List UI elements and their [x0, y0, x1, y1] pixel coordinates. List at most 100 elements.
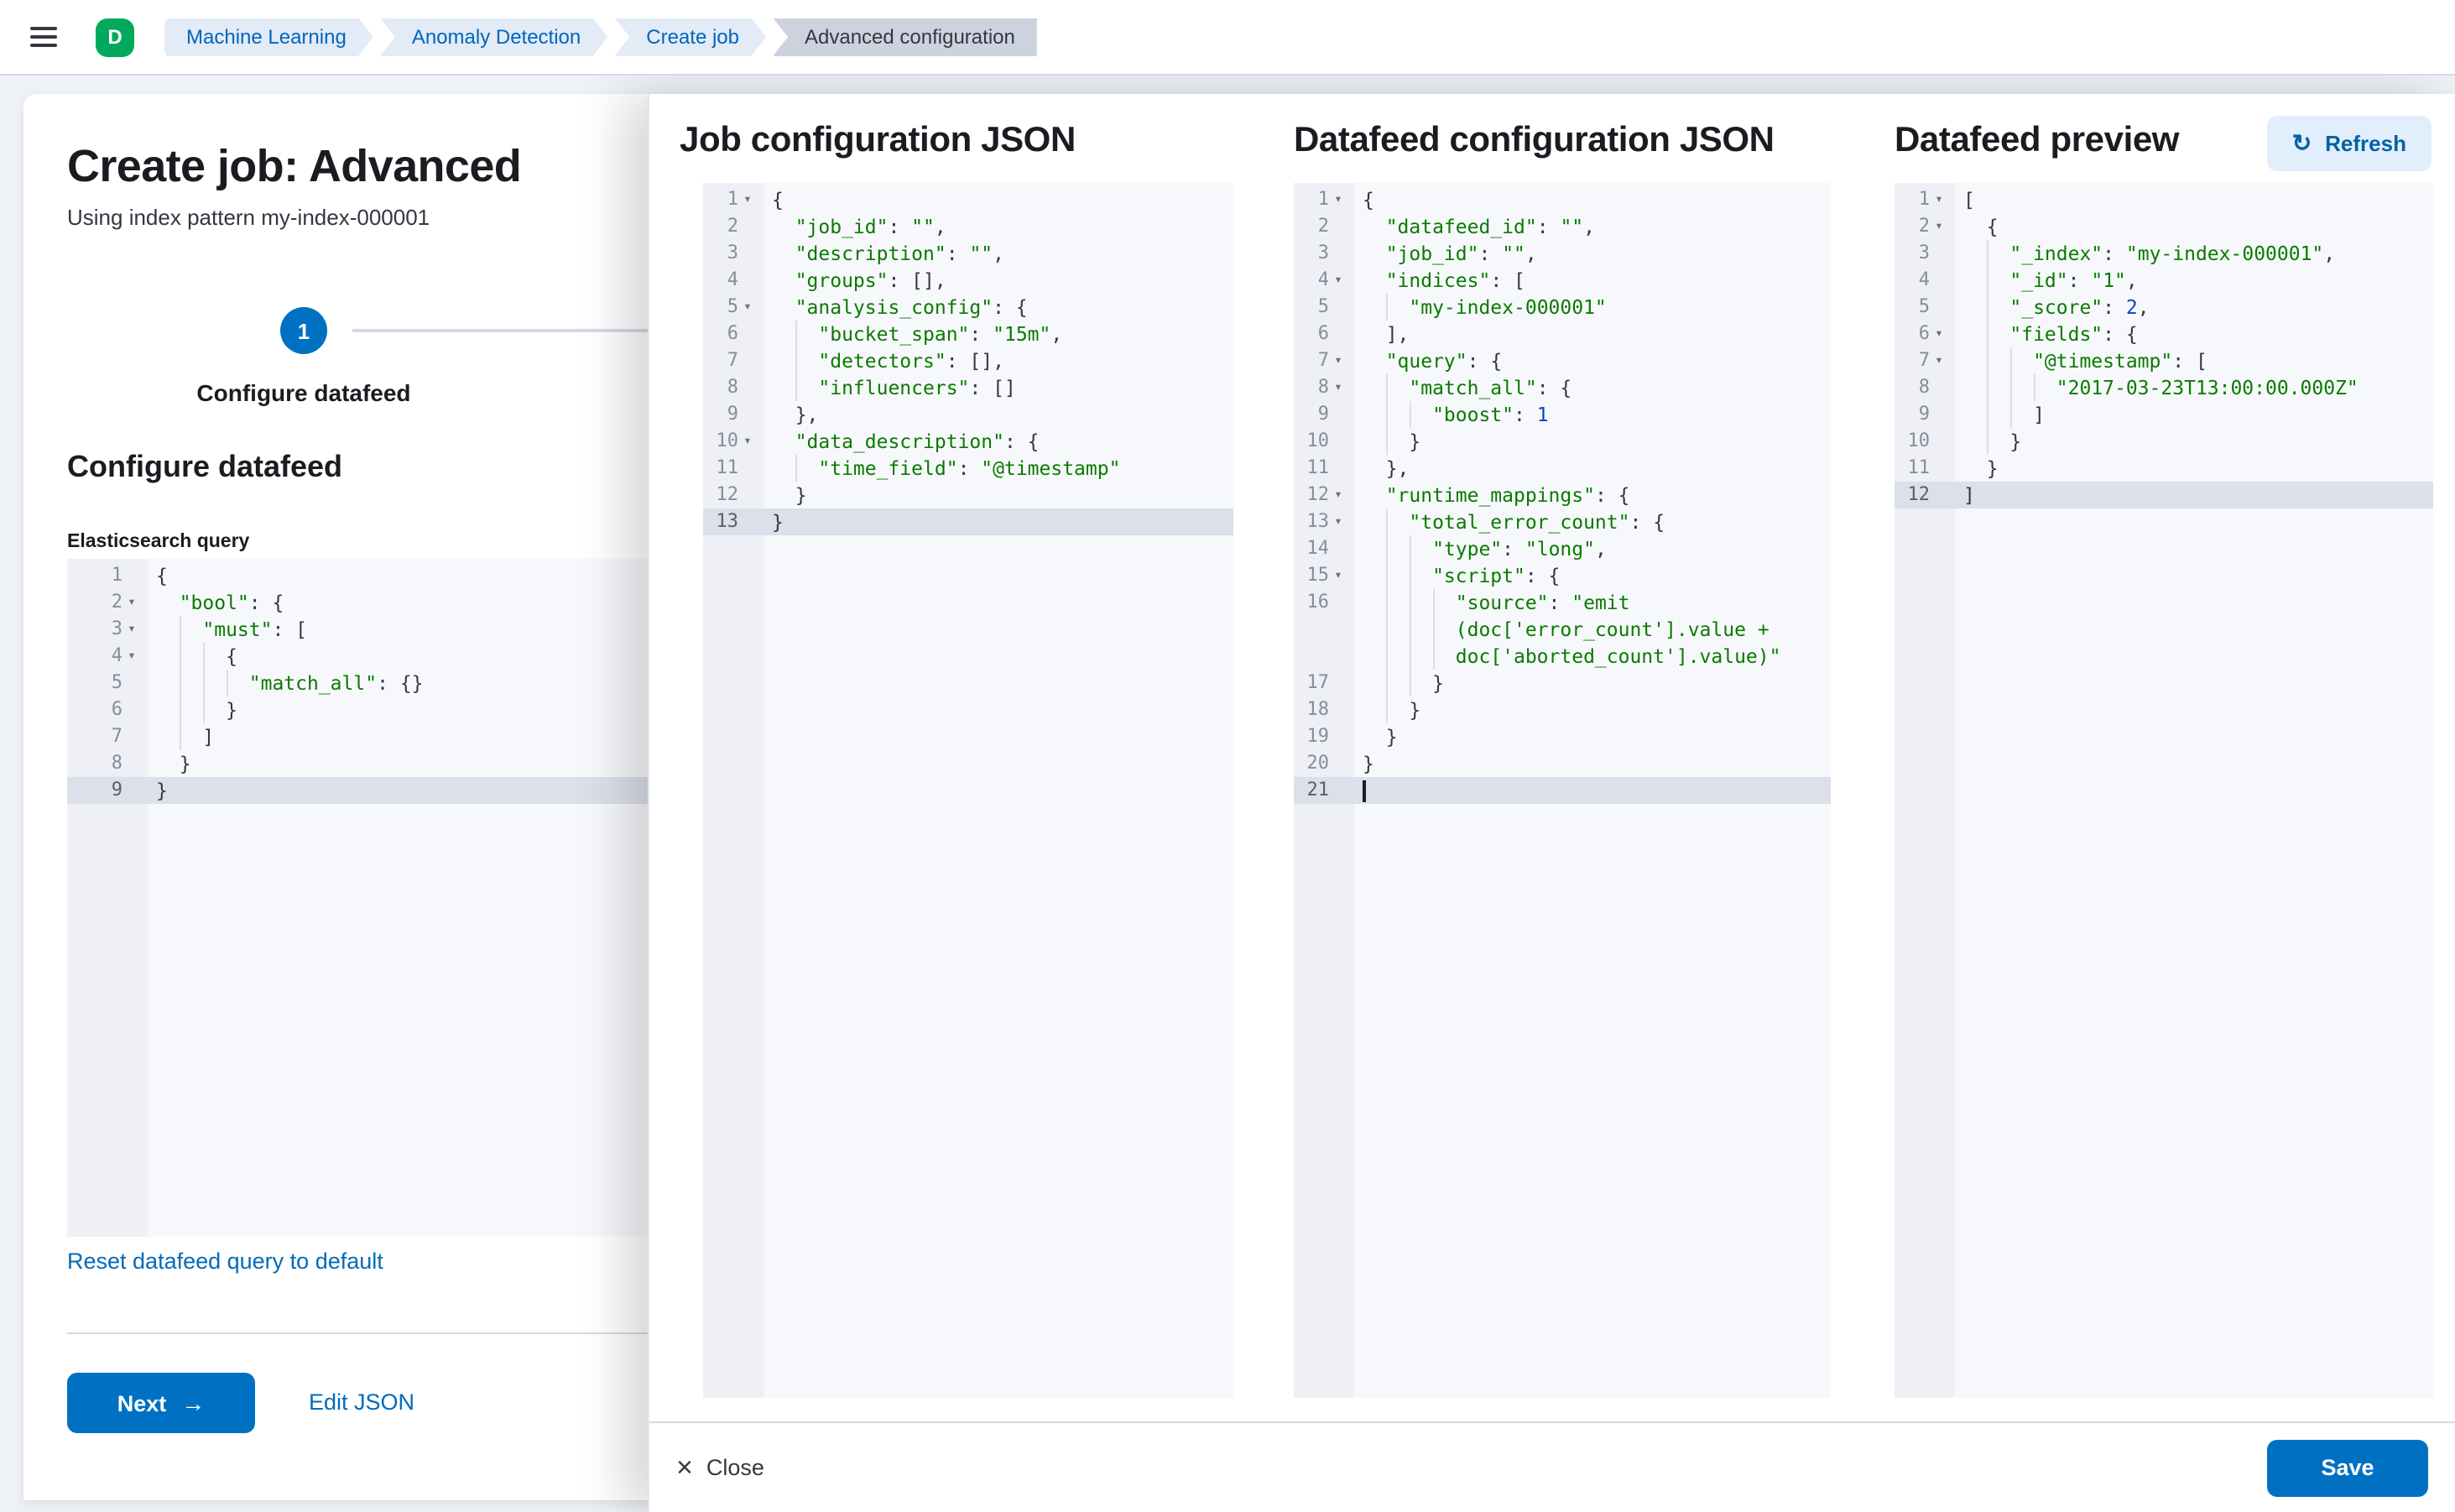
code-line: (doc['error_count'].value + [1294, 616, 1831, 643]
step-1-indicator[interactable]: 1 [280, 307, 327, 354]
fold-arrow-icon: ▾ [1329, 562, 1347, 589]
code-line: 11}, [1294, 455, 1831, 482]
job-configuration-editor[interactable]: 1▾{2"job_id": "",3"description": "",4"gr… [703, 183, 1233, 1398]
code-line: 15▾"script": { [1294, 562, 1831, 589]
code-line: 14"type": "long", [1294, 535, 1831, 562]
close-button[interactable]: × Close [676, 1453, 764, 1482]
code-line: 1{ [67, 562, 685, 589]
breadcrumb-create-job[interactable]: Create job [614, 18, 766, 56]
code-line: 4▾{ [67, 643, 685, 670]
code-line: 10} [1895, 428, 2433, 455]
code-line: 6▾"fields": { [1895, 321, 2433, 347]
code-line: 2▾{ [1895, 213, 2433, 240]
code-line: 13▾"total_error_count": { [1294, 508, 1831, 535]
fold-arrow-icon: ▾ [738, 186, 757, 213]
fold-arrow-icon: ▾ [1329, 508, 1347, 535]
close-icon: × [676, 1453, 693, 1482]
code-line: 1▾{ [1294, 186, 1831, 213]
code-line: 11"time_field": "@timestamp" [703, 455, 1233, 482]
code-line: 3"_index": "my-index-000001", [1895, 240, 2433, 267]
space-avatar[interactable]: D [96, 18, 134, 56]
datafeed-preview-heading: Datafeed preview [1895, 121, 2179, 161]
code-line: 8▾"match_all": { [1294, 374, 1831, 401]
fold-arrow-icon: ▾ [1329, 267, 1347, 294]
top-header: D Machine Learning Anomaly Detection Cre… [0, 0, 2455, 76]
save-button[interactable]: Save [2267, 1439, 2428, 1496]
code-line: 8} [67, 750, 685, 777]
code-line: doc['aborted_count'].value)" [1294, 643, 1831, 670]
code-line: 7"detectors": [], [703, 347, 1233, 374]
code-line: 5"my-index-000001" [1294, 294, 1831, 321]
code-line: 9"boost": 1 [1294, 401, 1831, 428]
code-line: 8"influencers": [] [703, 374, 1233, 401]
next-button-label: Next [117, 1390, 167, 1416]
code-line: 12] [1895, 482, 2433, 508]
code-line: 21 [1294, 777, 1831, 804]
reset-datafeed-query-link[interactable]: Reset datafeed query to default [67, 1249, 383, 1274]
index-pattern-subtitle: Using index pattern my-index-000001 [67, 205, 430, 230]
code-line: 1▾[ [1895, 186, 2433, 213]
code-line: 2"datafeed_id": "", [1294, 213, 1831, 240]
code-line: 7] [67, 723, 685, 750]
code-line: 7▾"@timestamp": [ [1895, 347, 2433, 374]
code-line: 2"job_id": "", [703, 213, 1233, 240]
fold-arrow-icon: ▾ [1930, 347, 1948, 374]
code-line: 10▾"data_description": { [703, 428, 1233, 455]
code-line: 16"source": "emit [1294, 589, 1831, 616]
fold-arrow-icon: ▾ [122, 589, 141, 616]
code-line: 3▾"must": [ [67, 616, 685, 643]
fold-arrow-icon: ▾ [122, 643, 141, 670]
divider [67, 1332, 685, 1334]
code-line: 1▾{ [703, 186, 1233, 213]
breadcrumb-anomaly-detection[interactable]: Anomaly Detection [380, 18, 607, 56]
fold-arrow-icon: ▾ [1329, 374, 1347, 401]
code-line: 3"job_id": "", [1294, 240, 1831, 267]
fold-arrow-icon: ▾ [122, 616, 141, 643]
fold-arrow-icon: ▾ [1329, 186, 1347, 213]
elasticsearch-query-editor[interactable]: 1{2▾"bool": {3▾"must": [4▾{5"match_all":… [67, 559, 685, 1237]
code-line: 5"_score": 2, [1895, 294, 2433, 321]
code-line: 9} [67, 777, 685, 804]
fold-arrow-icon: ▾ [1329, 347, 1347, 374]
fold-arrow-icon: ▾ [738, 428, 757, 455]
code-line: 19} [1294, 723, 1831, 750]
flyout-footer: × Close Save [649, 1421, 2455, 1512]
elasticsearch-query-label: Elasticsearch query [67, 532, 249, 552]
code-line: 4"_id": "1", [1895, 267, 2433, 294]
code-line: 7▾"query": { [1294, 347, 1831, 374]
code-line: 8"2017-03-23T13:00:00.000Z" [1895, 374, 2433, 401]
fold-arrow-icon: ▾ [1329, 482, 1347, 508]
code-line: 12} [703, 482, 1233, 508]
code-line: 5"match_all": {} [67, 670, 685, 696]
next-button[interactable]: Next → [67, 1373, 255, 1433]
text-cursor [1363, 780, 1365, 802]
fold-arrow-icon: ▾ [1930, 213, 1948, 240]
code-line: 5▾"analysis_config": { [703, 294, 1233, 321]
breadcrumb-machine-learning[interactable]: Machine Learning [164, 18, 373, 56]
refresh-button[interactable]: ↻ Refresh [2267, 116, 2432, 171]
menu-icon[interactable] [23, 12, 74, 62]
edit-json-link[interactable]: Edit JSON [309, 1389, 414, 1415]
refresh-icon: ↻ [2292, 129, 2312, 158]
code-line: 10} [1294, 428, 1831, 455]
code-line: 12▾"runtime_mappings": { [1294, 482, 1831, 508]
configure-datafeed-heading: Configure datafeed [67, 450, 342, 485]
code-line: 20} [1294, 750, 1831, 777]
datafeed-configuration-heading: Datafeed configuration JSON [1294, 121, 1775, 161]
code-line: 2▾"bool": { [67, 589, 685, 616]
code-line: 13} [703, 508, 1233, 535]
arrow-right-icon: → [181, 1389, 205, 1416]
breadcrumb: Machine Learning Anomaly Detection Creat… [164, 18, 1037, 56]
code-line: 4"groups": [], [703, 267, 1233, 294]
code-line: 6], [1294, 321, 1831, 347]
datafeed-preview-editor[interactable]: 1▾[2▾{3"_index": "my-index-000001",4"_id… [1895, 183, 2433, 1398]
breadcrumb-advanced-configuration: Advanced configuration [773, 18, 1037, 56]
job-configuration-heading: Job configuration JSON [680, 121, 1076, 161]
code-line: 9] [1895, 401, 2433, 428]
code-line: 18} [1294, 696, 1831, 723]
code-line: 4▾"indices": [ [1294, 267, 1831, 294]
fold-arrow-icon: ▾ [1930, 321, 1948, 347]
datafeed-configuration-editor[interactable]: 1▾{2"datafeed_id": "",3"job_id": "",4▾"i… [1294, 183, 1831, 1398]
page-title: Create job: Advanced [67, 141, 521, 193]
app-root: D Machine Learning Anomaly Detection Cre… [0, 0, 2455, 1512]
